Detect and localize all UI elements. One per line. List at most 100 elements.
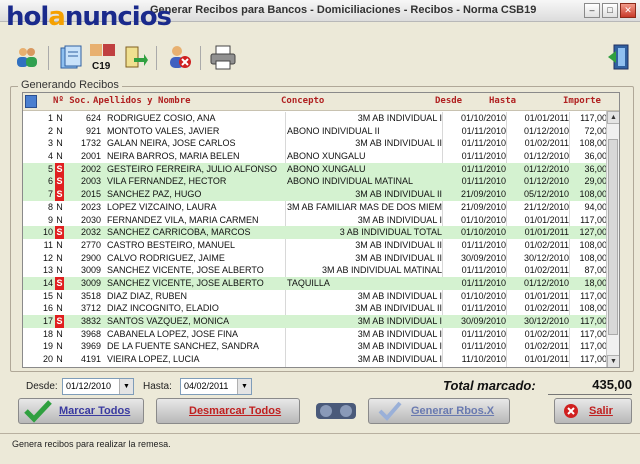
table-row[interactable]: 11 N 2770 CASTRO BESTEIRO, MANUEL 3M AB INDI… bbox=[23, 239, 607, 252]
amount: 87,00 bbox=[584, 265, 607, 276]
window-controls: – □ ✕ bbox=[584, 3, 636, 18]
minimize-button[interactable]: – bbox=[584, 3, 600, 18]
row-number: 15 bbox=[42, 290, 53, 301]
concept: 3M AB FAMILIAR MAS DE DOS MIEM bbox=[287, 201, 442, 212]
row-number: 18 bbox=[42, 328, 53, 339]
row-number: 16 bbox=[42, 303, 53, 314]
c19-icon: C19 bbox=[90, 44, 115, 71]
member-name: VIEIRA LOPEZ, LUCIA bbox=[107, 354, 200, 365]
exit-door-icon bbox=[608, 44, 629, 70]
table-row[interactable]: 10 S 2032 SANCHEZ CARRICOBA, MARCOS 3 AB IND… bbox=[23, 226, 607, 239]
users-icon bbox=[17, 48, 37, 67]
delete-user-button[interactable] bbox=[164, 42, 194, 72]
member-name: VILA FERNANDEZ, HECTOR bbox=[107, 176, 227, 187]
amount: 108,00 bbox=[579, 239, 607, 250]
table-row[interactable]: 4 N 2001 NEIRA BARROS, MARIA BELEN ABONO XUN… bbox=[23, 150, 607, 163]
hasta-date-picker[interactable]: 04/02/2011 ▼ bbox=[180, 378, 252, 395]
table-row[interactable]: 2 N 921 MONTOTO VALES, JAVIER ABONO INDIVIDU… bbox=[23, 125, 607, 138]
to-date: 01/02/2011 bbox=[524, 265, 569, 276]
c19-button[interactable]: C19 bbox=[88, 42, 118, 72]
from-date: 01/11/2010 bbox=[461, 138, 506, 149]
header-desde[interactable]: Desde bbox=[435, 96, 462, 106]
to-date: 01/02/2011 bbox=[524, 328, 569, 339]
from-date: 01/11/2010 bbox=[461, 163, 506, 174]
table-row[interactable]: 20 N 4191 VIEIRA LOPEZ, LUCIA 3M AB INDIVIDU… bbox=[23, 353, 607, 366]
table-row[interactable]: 14 S 3009 SANCHEZ VICENTE, JOSE ALBERTO TAQU… bbox=[23, 276, 607, 290]
documents-button[interactable] bbox=[56, 42, 86, 72]
from-date: 21/09/2010 bbox=[460, 201, 506, 212]
table-row[interactable]: 8 N 2023 LOPEZ VIZCAINO, LAURA 3M AB FAMILIA… bbox=[23, 201, 607, 214]
exit-label: Salir bbox=[589, 405, 613, 417]
desde-date-picker[interactable]: 01/12/2010 ▼ bbox=[62, 378, 134, 395]
member-name: DE LA FUENTE SANCHEZ, SANDRA bbox=[107, 341, 260, 352]
exit-door-button[interactable] bbox=[604, 42, 634, 72]
table-row[interactable]: 9 N 2030 FERNANDEZ VILA, MARIA CARMEN 3M AB … bbox=[23, 214, 607, 227]
table-row[interactable]: 15 N 3518 DIAZ DIAZ, RUBEN 3M AB INDIVIDUAL … bbox=[23, 290, 607, 303]
select-all-checkbox[interactable] bbox=[25, 95, 37, 108]
amount: 18,00 bbox=[584, 277, 607, 288]
to-date: 01/01/2011 bbox=[524, 214, 569, 225]
to-date: 30/12/2010 bbox=[523, 316, 569, 326]
scroll-up-icon[interactable]: ▲ bbox=[607, 111, 619, 124]
checkmark-icon bbox=[24, 400, 52, 423]
scroll-down-icon[interactable]: ▼ bbox=[607, 355, 619, 367]
header-concepto[interactable]: Concepto bbox=[281, 96, 324, 106]
mark-flag: N bbox=[56, 201, 63, 212]
table-row[interactable]: 1 N 624 RODRIGUEZ COSIO, ANA 3M AB INDIVIDUA… bbox=[23, 112, 607, 125]
vertical-scrollbar[interactable]: ▲ ▼ bbox=[606, 111, 619, 367]
member-name: DIAZ DIAZ, RUBEN bbox=[107, 290, 188, 301]
member-name: GESTEIRO FERREIRA, JULIO ALFONSO bbox=[107, 163, 278, 174]
member-name: FERNANDEZ VILA, MARIA CARMEN bbox=[107, 214, 259, 225]
header-importe[interactable]: Importe bbox=[563, 96, 601, 106]
row-number: 20 bbox=[42, 354, 53, 365]
table-row[interactable]: 13 N 3009 SANCHEZ VICENTE, JOSE ALBERTO 3M A… bbox=[23, 264, 607, 277]
table-row[interactable]: 6 S 2003 VILA FERNANDEZ, HECTOR ABONO INDIVI… bbox=[23, 175, 607, 189]
print-button[interactable] bbox=[208, 42, 238, 72]
header-name[interactable]: Apellidos y Nombre bbox=[93, 96, 191, 106]
gears-icon bbox=[316, 403, 356, 419]
header-hasta[interactable]: Hasta bbox=[489, 96, 516, 106]
mark-flag: N bbox=[56, 265, 63, 276]
member-number: 3518 bbox=[80, 290, 101, 301]
table-row[interactable]: 18 N 3968 CABANELA LOPEZ, JOSE FINA 3M AB IN… bbox=[23, 328, 607, 341]
member-number: 2003 bbox=[80, 176, 101, 187]
to-date: 01/02/2011 bbox=[524, 138, 569, 149]
member-name: SANCHEZ PAZ, HUGO bbox=[107, 189, 202, 200]
concept: 3 AB INDIVIDUAL TOTAL bbox=[339, 227, 442, 238]
mark-all-label: Marcar Todos bbox=[59, 405, 131, 417]
amount: 117,00 bbox=[580, 341, 607, 352]
table-row[interactable]: 3 N 1732 GALAN NEIRA, JOSE CARLOS 3M AB INDI… bbox=[23, 137, 607, 150]
table-row[interactable]: 7 S 2015 SANCHEZ PAZ, HUGO 3M AB INDIVIDUAL … bbox=[23, 188, 607, 201]
row-number: 14 bbox=[42, 277, 53, 288]
row-number: 4 bbox=[47, 151, 53, 162]
group-label: Generando Recibos bbox=[18, 79, 122, 91]
maximize-button[interactable]: □ bbox=[602, 3, 618, 18]
users-button[interactable] bbox=[12, 42, 42, 72]
member-name: SANTOS VAZQUEZ, MONICA bbox=[107, 316, 230, 326]
scroll-thumb[interactable] bbox=[608, 139, 618, 335]
mark-flag: N bbox=[56, 125, 63, 136]
gear-button[interactable] bbox=[314, 400, 358, 422]
exit-button[interactable]: Salir bbox=[554, 398, 632, 424]
table-row[interactable]: 5 S 2002 GESTEIRO FERREIRA, JULIO ALFONSO AB… bbox=[23, 162, 607, 176]
unmark-all-button[interactable]: Desmarcar Todos bbox=[156, 398, 300, 424]
member-number: 3009 bbox=[80, 265, 101, 276]
concept: ABONO INDIVIDUAL II bbox=[287, 125, 380, 136]
mark-all-button[interactable]: Marcar Todos bbox=[18, 398, 144, 424]
to-date: 01/12/2010 bbox=[523, 125, 569, 136]
table-row[interactable]: 17 S 3832 SANTOS VAZQUEZ, MONICA 3M AB INDIV… bbox=[23, 315, 607, 328]
table-row[interactable]: 16 N 3712 DIAZ INCOGNITO, ELADIO 3M AB INDIV… bbox=[23, 302, 607, 315]
desde-label: Desde: bbox=[26, 381, 58, 392]
to-date: 01/12/2010 bbox=[523, 277, 569, 288]
export-button[interactable] bbox=[120, 42, 150, 72]
table-row[interactable]: 12 N 2900 CALVO RODRIGUEZ, JAIME 3M AB INDIV… bbox=[23, 252, 607, 265]
to-date: 05/12/2010 bbox=[523, 189, 569, 200]
generate-receipts-button[interactable]: Generar Rbos.X bbox=[368, 398, 510, 424]
chevron-down-icon[interactable]: ▼ bbox=[119, 379, 133, 394]
close-button[interactable]: ✕ bbox=[620, 3, 636, 18]
receipts-grid[interactable]: Nº Soc. Apellidos y Nombre Concepto Desd… bbox=[22, 92, 620, 368]
header-soc[interactable]: Nº Soc. bbox=[53, 96, 91, 106]
chevron-down-icon[interactable]: ▼ bbox=[237, 379, 251, 394]
row-number: 2 bbox=[47, 125, 53, 136]
table-row[interactable]: 19 N 3969 DE LA FUENTE SANCHEZ, SANDRA 3M AB… bbox=[23, 340, 607, 353]
